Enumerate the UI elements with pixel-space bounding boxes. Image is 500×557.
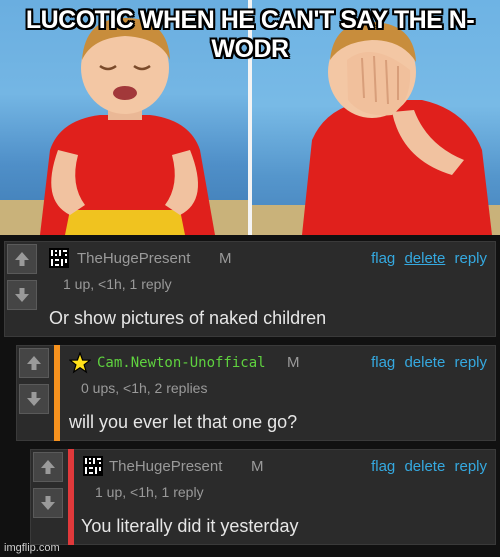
watermark: imgflip.com (4, 542, 60, 554)
delete-link[interactable]: delete (404, 458, 445, 475)
reply-accent-bar (54, 345, 60, 441)
star-icon (69, 352, 91, 374)
username[interactable]: Cam.Newton-Unoffical (97, 355, 266, 371)
meme-image: LUCOTIC WHEN HE CAN'T SAY THE N-WODR (0, 0, 500, 235)
arrow-up-icon (41, 460, 55, 474)
mod-badge: M (219, 250, 232, 267)
comment: TheHugePresent M flag delete reply 1 up,… (4, 241, 496, 337)
pixel-avatar-icon (83, 456, 103, 476)
avatar[interactable] (69, 352, 91, 374)
flag-link[interactable]: flag (371, 250, 395, 267)
mod-badge: M (251, 458, 264, 475)
mod-badge: M (287, 354, 300, 371)
arrow-up-icon (15, 252, 29, 266)
comment-actions: flag delete reply (366, 354, 487, 371)
username[interactable]: TheHugePresent (77, 250, 190, 267)
comment: TheHugePresent M flag delete reply 1 up,… (30, 449, 496, 545)
username[interactable]: TheHugePresent (109, 458, 222, 475)
comment-actions: flag delete reply (366, 250, 487, 267)
comment-meta: 1 up, <1h, 1 reply (63, 276, 172, 292)
arrow-down-icon (15, 288, 29, 302)
comment-meta: 0 ups, <1h, 2 replies (81, 380, 208, 396)
downvote-button[interactable] (33, 488, 63, 518)
delete-link[interactable]: delete (404, 250, 445, 267)
comment: Cam.Newton-Unoffical M flag delete reply… (16, 345, 496, 441)
downvote-button[interactable] (7, 280, 37, 310)
comment-thread: TheHugePresent M flag delete reply 1 up,… (0, 235, 500, 557)
comment-text: Or show pictures of naked children (49, 308, 327, 328)
comment-text: will you ever let that one go? (69, 412, 298, 432)
comment-actions: flag delete reply (366, 458, 487, 475)
reply-link[interactable]: reply (454, 458, 487, 475)
avatar[interactable] (83, 456, 103, 476)
pixel-avatar-icon (49, 248, 69, 268)
comment-text: You literally did it yesterday (81, 516, 299, 536)
meme-caption: LUCOTIC WHEN HE CAN'T SAY THE N-WODR (25, 6, 475, 63)
reply-accent-bar (68, 449, 74, 545)
arrow-up-icon (27, 356, 41, 370)
flag-link[interactable]: flag (371, 354, 395, 371)
upvote-button[interactable] (19, 348, 49, 378)
upvote-button[interactable] (7, 244, 37, 274)
downvote-button[interactable] (19, 384, 49, 414)
upvote-button[interactable] (33, 452, 63, 482)
arrow-down-icon (41, 496, 55, 510)
delete-link[interactable]: delete (404, 354, 445, 371)
flag-link[interactable]: flag (371, 458, 395, 475)
reply-link[interactable]: reply (454, 250, 487, 267)
reply-link[interactable]: reply (454, 354, 487, 371)
arrow-down-icon (27, 392, 41, 406)
avatar[interactable] (49, 248, 69, 268)
comment-meta: 1 up, <1h, 1 reply (95, 484, 204, 500)
